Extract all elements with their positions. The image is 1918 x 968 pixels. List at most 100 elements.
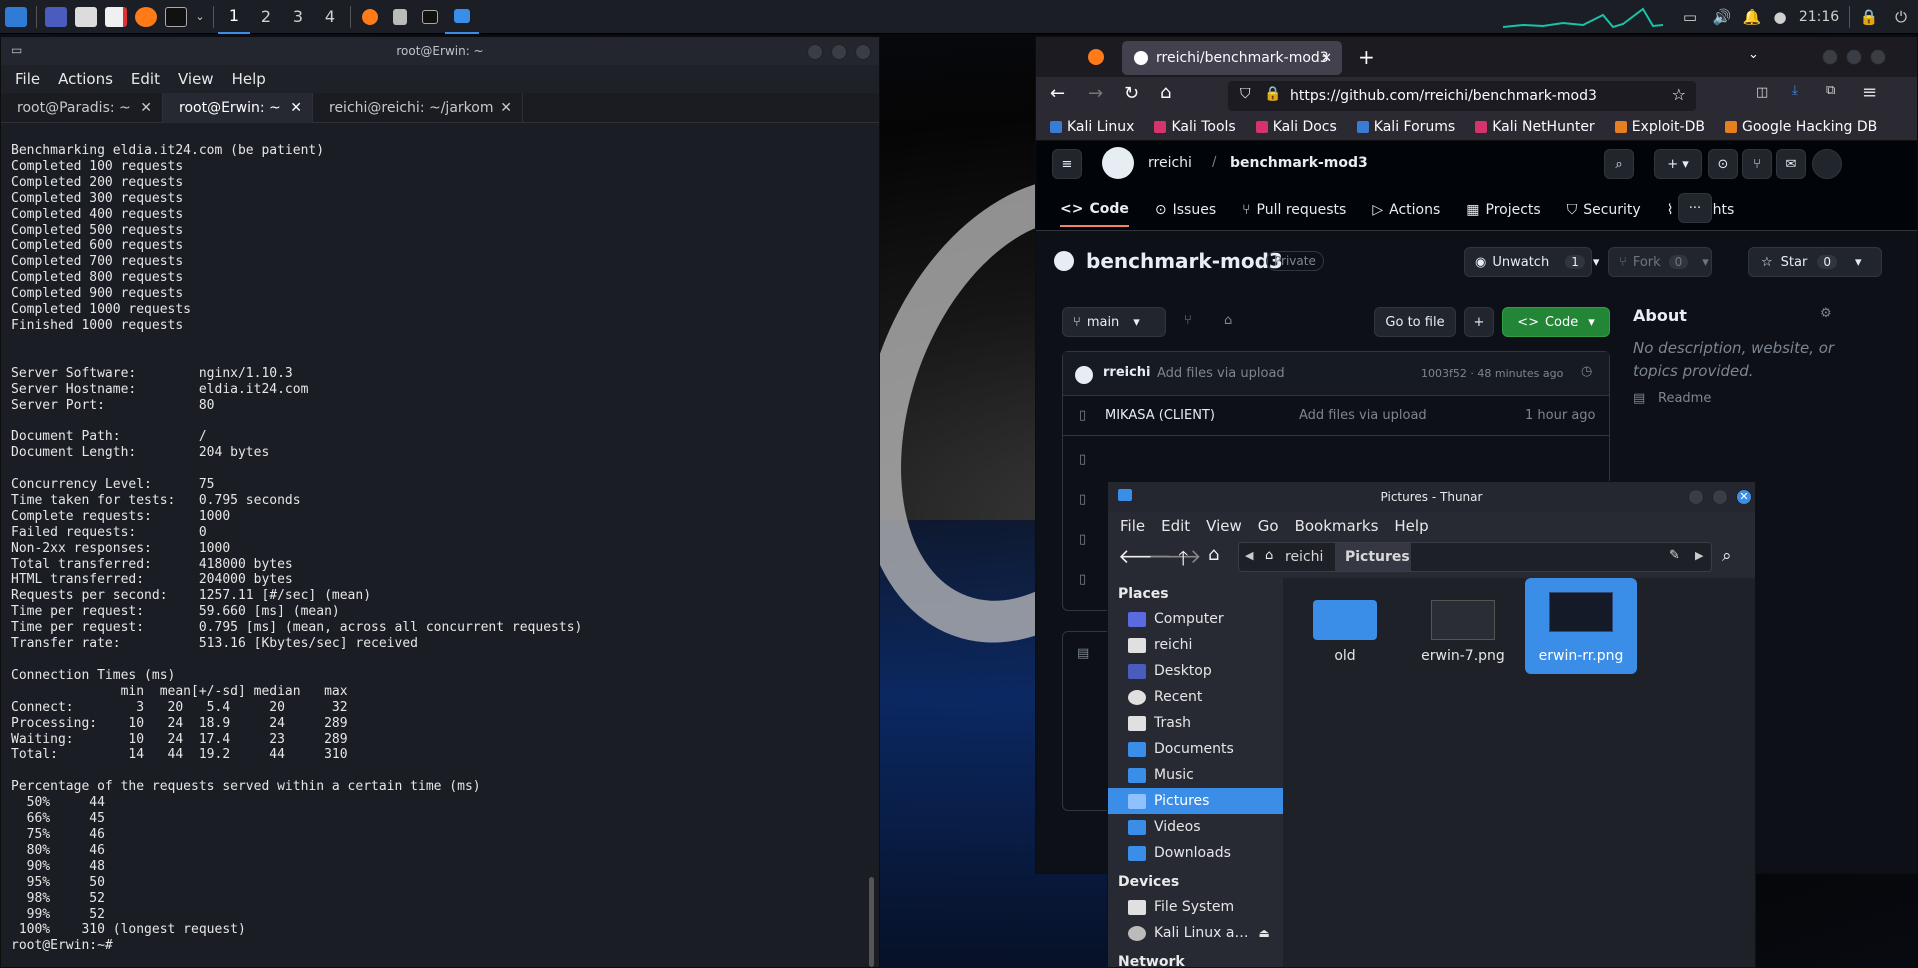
new-tab-icon[interactable]: + xyxy=(1358,45,1375,69)
sidebar-item-desktop[interactable]: Desktop xyxy=(1108,658,1283,684)
readme-link[interactable]: Readme xyxy=(1658,391,1711,406)
forward-icon[interactable]: → xyxy=(1088,83,1103,104)
reload-icon[interactable]: ↻ xyxy=(1124,83,1139,104)
search-icon[interactable]: ⌕ xyxy=(1604,149,1634,179)
clock[interactable]: 21:16 xyxy=(1793,0,1845,34)
branches-icon[interactable]: ⑂ xyxy=(1184,313,1192,328)
up-icon[interactable]: 🡑 xyxy=(1178,544,1188,578)
menu-view[interactable]: View xyxy=(178,70,214,88)
maximize-button[interactable] xyxy=(831,44,847,60)
file-view[interactable]: old erwin-7.png erwin-rr.png xyxy=(1283,578,1755,967)
terminal-icon[interactable] xyxy=(161,0,191,34)
workspace-1[interactable]: 1 xyxy=(218,0,250,34)
path-pictures[interactable]: Pictures xyxy=(1345,549,1410,565)
tags-icon[interactable]: ⌂ xyxy=(1224,313,1232,328)
power-icon[interactable]: ⏻ xyxy=(1884,0,1918,34)
downloads-icon[interactable]: ⤓ xyxy=(1792,83,1798,98)
forward-icon[interactable]: 🡒 xyxy=(1148,544,1202,568)
close-icon[interactable]: ✕ xyxy=(1321,51,1332,66)
list-tabs-icon[interactable]: ⌄ xyxy=(1748,47,1759,62)
unwatch-button[interactable]: ◉ Unwatch 1 ▾ xyxy=(1464,247,1599,277)
file-item-erwin-rr[interactable]: erwin-rr.png xyxy=(1525,578,1637,674)
gear-icon[interactable]: ⚙ xyxy=(1820,306,1832,321)
hamburger-menu-icon[interactable]: ≡ xyxy=(1862,82,1877,103)
close-button[interactable]: ✕ xyxy=(1736,489,1752,505)
pocket-icon[interactable]: ◫ xyxy=(1756,85,1768,100)
menu-help[interactable]: Help xyxy=(232,70,266,88)
eject-icon[interactable]: ⏏ xyxy=(1259,926,1270,940)
bookmark-kali-docs[interactable]: Kali Docs xyxy=(1255,119,1337,135)
file-row[interactable]: ▯ MIKASA (CLIENT) Add files via upload 1… xyxy=(1063,396,1609,436)
menu-edit[interactable]: Edit xyxy=(131,70,160,88)
breadcrumb-repo[interactable]: benchmark-mod3 xyxy=(1230,155,1368,171)
issues-icon[interactable]: ⊙ xyxy=(1708,149,1738,179)
sidebar-item-computer[interactable]: Computer xyxy=(1108,606,1283,632)
taskbar-editor-icon[interactable] xyxy=(385,0,415,34)
bookmark-exploit-db[interactable]: Exploit-DB xyxy=(1614,119,1705,135)
sidebar-item-music[interactable]: Music xyxy=(1108,762,1283,788)
file-name[interactable]: MIKASA (CLIENT) xyxy=(1105,408,1215,423)
display-icon[interactable]: ▭ xyxy=(1673,0,1707,34)
home-icon[interactable]: ⌂ xyxy=(1160,82,1171,103)
close-icon[interactable]: ✕ xyxy=(290,100,302,116)
file-manager-icon[interactable] xyxy=(71,0,101,34)
tab-issues[interactable]: ⊙ Issues xyxy=(1155,193,1216,227)
close-icon[interactable]: ✕ xyxy=(140,100,152,116)
extensions-icon[interactable]: ⧉ xyxy=(1826,83,1835,98)
close-button[interactable] xyxy=(1870,49,1886,65)
home-icon[interactable]: ⌂ xyxy=(1208,544,1219,565)
search-icon[interactable]: ⌕ xyxy=(1722,546,1732,566)
bookmark-kali-linux[interactable]: Kali Linux xyxy=(1050,119,1134,135)
close-icon[interactable]: ✕ xyxy=(500,100,512,116)
hamburger-icon[interactable]: ≡ xyxy=(1052,149,1082,179)
sidebar-item-kali-disc[interactable]: Kali Linux a… ⏏ xyxy=(1108,920,1283,946)
add-file-icon[interactable]: + xyxy=(1464,307,1494,337)
branch-selector[interactable]: ⑂ main ▾ xyxy=(1062,307,1166,337)
sidebar-item-filesystem[interactable]: File System xyxy=(1108,894,1283,920)
tab-actions[interactable]: ▷ Actions xyxy=(1372,193,1440,227)
sidebar-item-pictures[interactable]: Pictures xyxy=(1108,788,1283,814)
more-nav-icon[interactable]: ··· xyxy=(1678,193,1712,223)
sidebar-item-downloads[interactable]: Downloads xyxy=(1108,840,1283,866)
tab-paradis[interactable]: root@Paradis: ~ ✕ xyxy=(1,93,163,123)
fork-button[interactable]: ⑂ Fork 0 ▾ xyxy=(1608,247,1712,277)
sidebar-item-recent[interactable]: Recent xyxy=(1108,684,1283,710)
code-button[interactable]: <> Code ▾ xyxy=(1502,307,1610,337)
firefox-view-icon[interactable] xyxy=(1088,49,1104,65)
commit-author[interactable]: rreichi xyxy=(1103,365,1151,380)
show-desktop-icon[interactable] xyxy=(41,0,71,34)
bookmark-kali-forums[interactable]: Kali Forums xyxy=(1356,119,1455,135)
terminal-output[interactable]: Benchmarking eldia.it24.com (be patient)… xyxy=(11,143,582,954)
firefox-icon[interactable] xyxy=(131,0,161,34)
path-right-icon[interactable]: ▶ xyxy=(1695,549,1703,562)
commit-meta[interactable]: 1003f52 · 48 minutes ago xyxy=(1421,367,1563,380)
volume-icon[interactable]: 🔊 xyxy=(1707,0,1737,34)
pull-requests-icon[interactable]: ⑂ xyxy=(1742,149,1772,179)
kali-menu-icon[interactable] xyxy=(0,0,32,34)
breadcrumb-owner[interactable]: rreichi xyxy=(1148,155,1192,171)
power-manager-icon[interactable]: ● xyxy=(1767,0,1793,34)
sidebar-item-reichi[interactable]: reichi xyxy=(1108,632,1283,658)
sidebar-item-trash[interactable]: Trash xyxy=(1108,710,1283,736)
inbox-icon[interactable]: ✉ xyxy=(1776,149,1806,179)
url-bar[interactable]: ⛉ 🔒 https://github.com/rreichi/benchmark… xyxy=(1228,81,1696,111)
sidebar-item-videos[interactable]: Videos xyxy=(1108,814,1283,840)
menu-actions[interactable]: Actions xyxy=(58,70,113,88)
menu-go[interactable]: Go xyxy=(1258,517,1279,535)
menu-file[interactable]: File xyxy=(15,70,40,88)
lock-icon[interactable]: 🔒 xyxy=(1264,86,1281,102)
minimize-button[interactable] xyxy=(1688,489,1704,505)
chevron-down-icon[interactable]: ⌄ xyxy=(191,0,209,34)
workspace-3[interactable]: 3 xyxy=(282,0,314,34)
avatar[interactable] xyxy=(1812,149,1842,179)
go-to-file-button[interactable]: Go to file xyxy=(1374,307,1456,337)
minimize-button[interactable] xyxy=(1822,49,1838,65)
text-editor-icon[interactable] xyxy=(101,0,131,34)
tab-reichi[interactable]: reichi@reichi: ~/jarkom ✕ xyxy=(313,93,523,123)
shield-icon[interactable]: ⛉ xyxy=(1240,86,1251,102)
menu-help[interactable]: Help xyxy=(1394,517,1428,535)
path-reichi[interactable]: reichi xyxy=(1285,549,1323,565)
minimize-button[interactable] xyxy=(807,44,823,60)
taskbar-terminal-icon[interactable] xyxy=(415,0,445,34)
close-button[interactable] xyxy=(855,44,871,60)
